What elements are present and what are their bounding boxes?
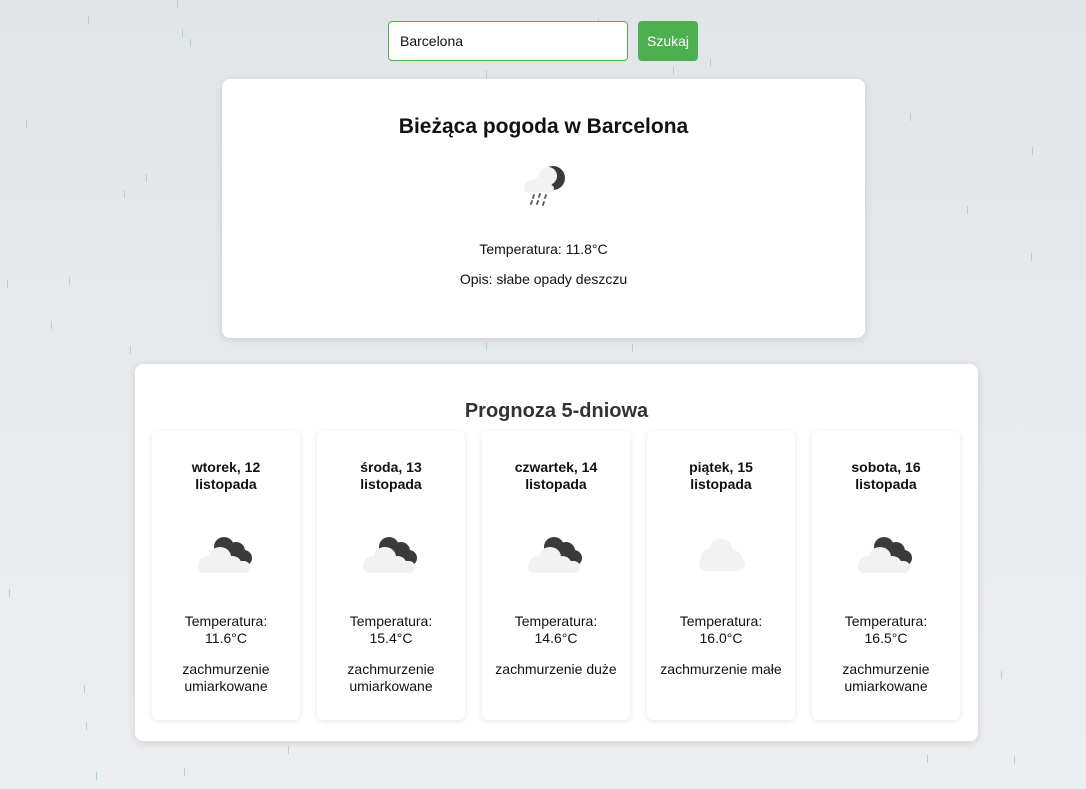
- raindrop: [190, 39, 191, 47]
- raindrop: [1001, 671, 1002, 679]
- broken-clouds-icon: [194, 533, 258, 577]
- current-weather-card: Bieżąca pogoda w Barcelona Temperatura: …: [222, 79, 865, 338]
- raindrop: [86, 722, 87, 730]
- raindrop: [710, 59, 711, 67]
- forecast-day-temperature: Temperatura: 11.6°C: [184, 613, 268, 646]
- broken-clouds-icon: [524, 533, 588, 577]
- raindrop: [124, 190, 125, 198]
- raindrop: [486, 70, 487, 78]
- raindrop: [486, 342, 487, 350]
- raindrop: [69, 277, 70, 285]
- forecast-day-date: czwartek, 14 listopada: [514, 459, 598, 492]
- raindrop: [84, 685, 85, 693]
- forecast-day-temperature: Temperatura: 16.5°C: [844, 613, 928, 646]
- raindrop: [1032, 147, 1033, 155]
- raindrop: [96, 772, 97, 780]
- current-weather-title: Bieżąca pogoda w Barcelona: [398, 115, 689, 138]
- forecast-day-date: środa, 13 listopada: [360, 459, 422, 492]
- raindrop: [967, 206, 968, 214]
- raindrop: [927, 755, 928, 763]
- raindrop: [7, 280, 8, 288]
- raindrop: [632, 344, 633, 352]
- broken-clouds-icon: [359, 533, 423, 577]
- raindrop: [1014, 756, 1015, 764]
- forecast-day-description: zachmurzenie duże: [495, 661, 617, 677]
- current-temperature: Temperatura: 11.8°C: [479, 241, 608, 257]
- raindrop: [184, 768, 185, 776]
- forecast-day-temperature: Temperatura: 14.6°C: [514, 613, 598, 646]
- forecast-day-temperature: Temperatura: 16.0°C: [679, 613, 763, 646]
- forecast-title: Prognoza 5-dniowa: [464, 400, 649, 422]
- raindrop: [9, 589, 10, 597]
- forecast-day-card: sobota, 16 listopada Temperatura: 16.5°C za…: [812, 431, 960, 720]
- forecast-card: Prognoza 5-dniowa wtorek, 12 listopada Te…: [135, 364, 978, 741]
- forecast-day-description: zachmurzenie umiarkowane: [182, 661, 270, 694]
- forecast-day-card: czwartek, 14 listopada Temperatura: 14.6°C…: [482, 431, 630, 720]
- city-search-input[interactable]: [388, 21, 628, 61]
- forecast-day-description: zachmurzenie umiarkowane: [842, 661, 930, 694]
- raindrop: [673, 67, 674, 75]
- light-rain-night-icon: [523, 166, 565, 206]
- forecast-day-date: sobota, 16 listopada: [851, 459, 921, 492]
- raindrop: [288, 746, 289, 754]
- forecast-day-temperature: Temperatura: 15.4°C: [349, 613, 433, 646]
- forecast-day-date: piątek, 15 listopada: [689, 459, 753, 492]
- forecast-day-card: środa, 13 listopada Temperatura: 15.4°C zac…: [317, 431, 465, 720]
- raindrop: [910, 113, 911, 121]
- raindrop: [146, 174, 147, 182]
- broken-clouds-icon: [854, 533, 918, 577]
- forecast-day-description: zachmurzenie umiarkowane: [347, 661, 435, 694]
- cloud-icon: [689, 533, 753, 577]
- search-bar: Szukaj: [388, 21, 698, 61]
- forecast-day-description: zachmurzenie małe: [660, 661, 782, 677]
- search-button[interactable]: Szukaj: [638, 21, 698, 61]
- forecast-day-card: piątek, 15 listopada Temperatura: 16.0°C za…: [647, 431, 795, 720]
- raindrop: [26, 120, 27, 128]
- forecast-day-card: wtorek, 12 listopada Temperatura: 11.6°C za…: [152, 431, 300, 720]
- raindrop: [1031, 253, 1032, 261]
- raindrop: [182, 29, 183, 37]
- forecast-days: wtorek, 12 listopada Temperatura: 11.6°C za…: [152, 431, 960, 720]
- raindrop: [130, 346, 131, 354]
- raindrop: [88, 16, 89, 24]
- current-description: Opis: słabe opady deszczu: [459, 271, 628, 287]
- forecast-day-date: wtorek, 12 listopada: [191, 459, 261, 492]
- raindrop: [177, 0, 178, 8]
- raindrop: [51, 321, 52, 329]
